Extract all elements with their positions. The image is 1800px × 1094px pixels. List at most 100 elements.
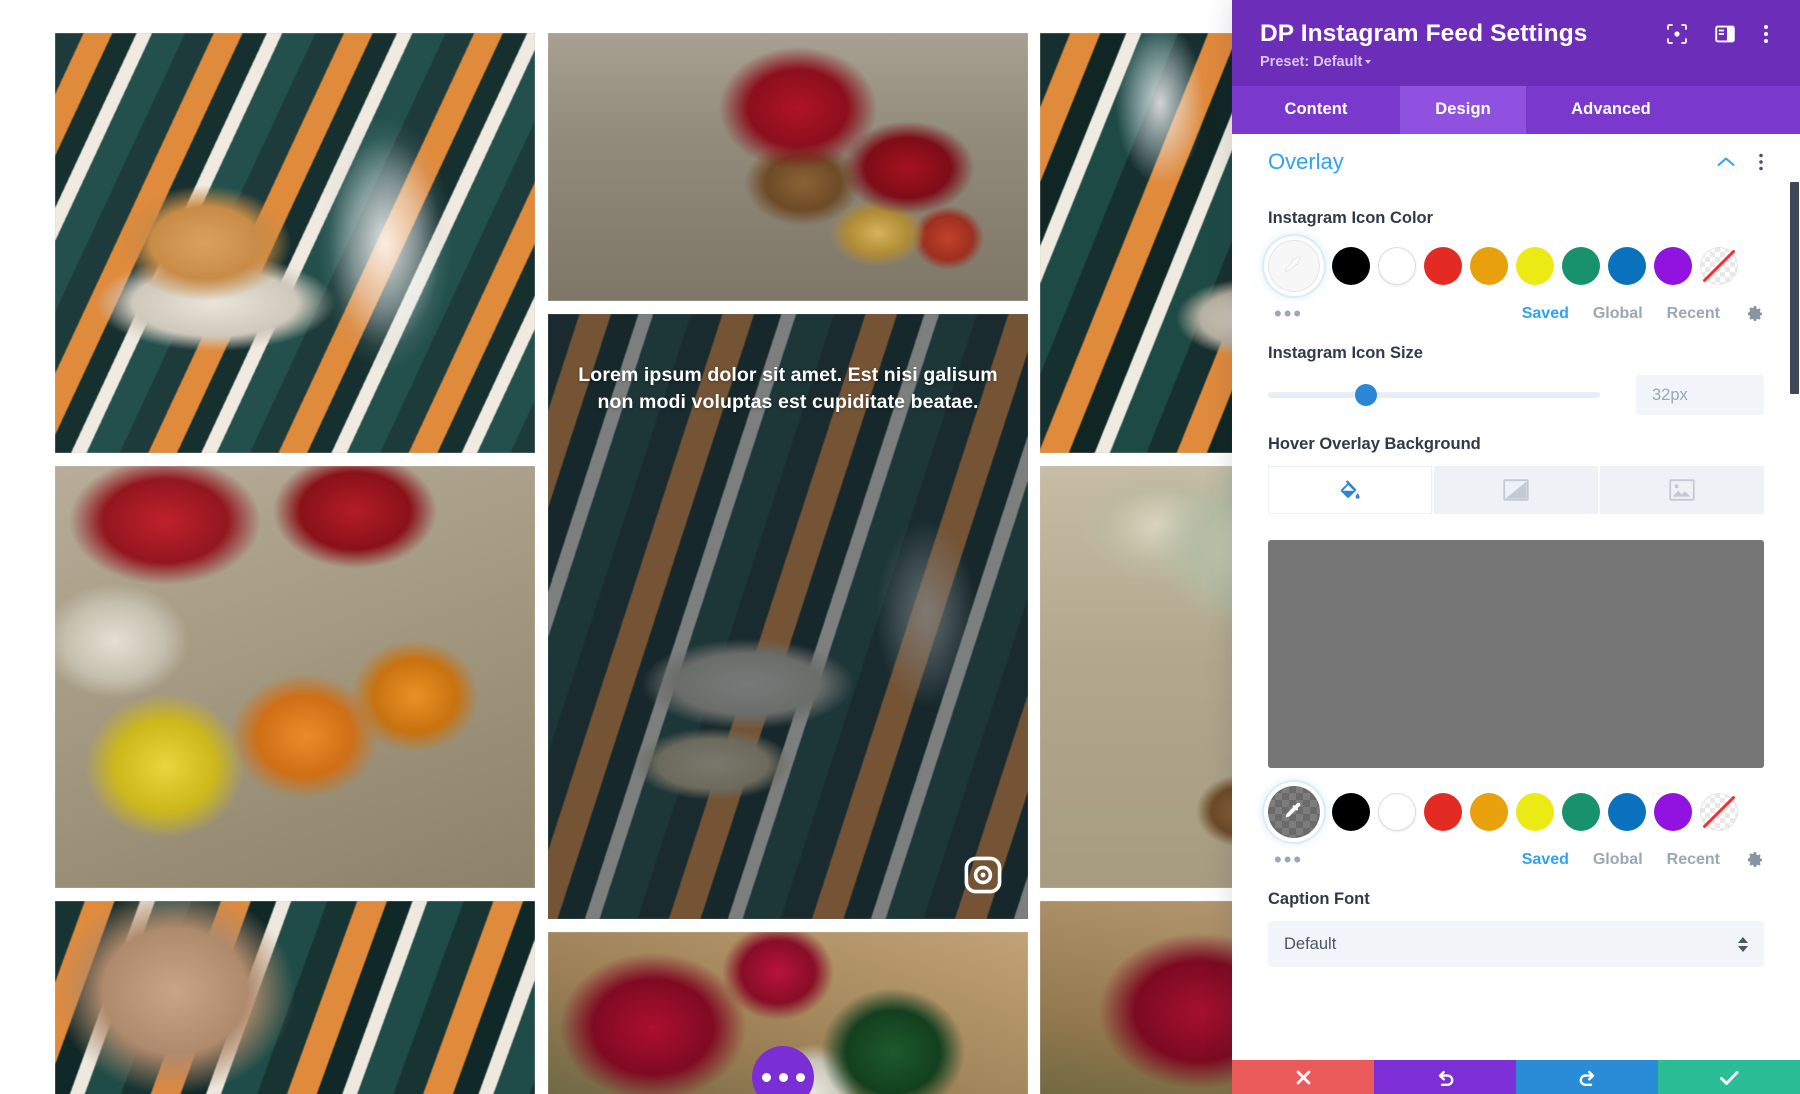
- settings-panel: DP Instagram Feed Settings Preset: Defau…: [1232, 0, 1800, 1094]
- x-icon: [1296, 1070, 1310, 1084]
- palette-link-saved[interactable]: Saved: [1522, 305, 1569, 323]
- bg-type-image-button[interactable]: [1600, 466, 1764, 514]
- color-swatch-orange[interactable]: [1470, 247, 1508, 285]
- save-button[interactable]: [1658, 1060, 1800, 1094]
- chevron-down-icon: [1365, 60, 1372, 64]
- panel-action-bar: [1232, 1060, 1800, 1094]
- instagram-icon-size-label: Instagram Icon Size: [1268, 344, 1423, 362]
- color-swatch-yellow[interactable]: [1516, 247, 1554, 285]
- feed-tile[interactable]: [1040, 901, 1232, 1094]
- color-swatch-green[interactable]: [1562, 793, 1600, 831]
- hover-overlay-color-preview[interactable]: [1268, 540, 1764, 768]
- color-swatch-red[interactable]: [1424, 247, 1462, 285]
- feed-tile[interactable]: Lorem ipsum dolor sit amet. Est nisi gal…: [548, 314, 1028, 919]
- slider-thumb[interactable]: [1354, 384, 1377, 406]
- palette-source-links: Saved Global Recent: [1522, 304, 1764, 324]
- tile-flower-basket: [548, 33, 1028, 301]
- color-swatch-purple[interactable]: [1654, 247, 1692, 285]
- chevron-up-icon[interactable]: [1716, 155, 1736, 169]
- palette-link-global[interactable]: Global: [1593, 305, 1643, 323]
- feed-tile[interactable]: [548, 33, 1028, 301]
- vertical-dots-icon[interactable]: [1758, 152, 1764, 172]
- three-dots-icon: [795, 1072, 805, 1082]
- bg-type-color-button[interactable]: [1268, 466, 1432, 514]
- check-icon: [1719, 1070, 1738, 1085]
- caption-font-label: Caption Font: [1268, 890, 1370, 908]
- gear-icon[interactable]: [1744, 304, 1764, 324]
- tile-table-setting: [1040, 33, 1232, 453]
- layout-panel-icon[interactable]: [1714, 23, 1736, 45]
- gradient-icon: [1503, 479, 1529, 501]
- paint-bucket-icon: [1340, 480, 1360, 499]
- tab-advanced[interactable]: Advanced: [1526, 86, 1696, 134]
- panel-topbar-icons: [1666, 22, 1772, 46]
- feed-tile[interactable]: [55, 33, 535, 453]
- feed-column-1: [55, 33, 535, 1094]
- instagram-icon-size-control: 32px: [1268, 375, 1764, 415]
- palette-source-links: Saved Global Recent: [1522, 850, 1764, 870]
- preset-selector[interactable]: Preset: Default: [1260, 54, 1772, 70]
- vertical-dots-icon[interactable]: [1762, 22, 1770, 46]
- feed-column-2: Lorem ipsum dolor sit amet. Est nisi gal…: [548, 33, 1028, 1094]
- overlay-section-header: Overlay: [1268, 134, 1764, 189]
- three-dots-icon: [778, 1072, 788, 1082]
- palette-link-recent[interactable]: Recent: [1667, 851, 1720, 869]
- caption-font-select[interactable]: Default: [1268, 921, 1764, 967]
- bg-type-gradient-button[interactable]: [1434, 466, 1598, 514]
- instagram-icon-color-palette: [1268, 240, 1764, 292]
- image-icon: [1669, 479, 1695, 501]
- palette-link-global[interactable]: Global: [1593, 851, 1643, 869]
- color-swatch-red[interactable]: [1424, 793, 1462, 831]
- panel-body: Overlay Instagram Icon Color ••• Saved G…: [1232, 134, 1800, 1094]
- color-swatch-transparent[interactable]: [1700, 247, 1738, 285]
- section-header-icons: [1716, 152, 1764, 172]
- tab-design[interactable]: Design: [1400, 86, 1526, 134]
- panel-scrollbar[interactable]: [1788, 134, 1800, 1094]
- gear-icon[interactable]: [1744, 850, 1764, 870]
- feed-tile[interactable]: [1040, 466, 1232, 888]
- tile-sweater-blanket: [55, 901, 535, 1094]
- color-swatch-blue[interactable]: [1608, 247, 1646, 285]
- more-colors-button[interactable]: •••: [1268, 303, 1303, 325]
- redo-button[interactable]: [1516, 1060, 1658, 1094]
- more-colors-button[interactable]: •••: [1268, 849, 1303, 871]
- color-swatch-purple[interactable]: [1654, 793, 1692, 831]
- color-picker-swatch[interactable]: [1268, 240, 1320, 292]
- tile-caption: Lorem ipsum dolor sit amet. Est nisi gal…: [578, 364, 998, 413]
- color-swatch-orange[interactable]: [1470, 793, 1508, 831]
- hover-overlay-color-meta: ••• Saved Global Recent: [1268, 849, 1764, 871]
- instagram-feed-grid: Lorem ipsum dolor sit amet. Est nisi gal…: [0, 0, 1232, 1094]
- chevron-down-icon: [1738, 945, 1748, 952]
- palette-link-recent[interactable]: Recent: [1667, 305, 1720, 323]
- three-dots-icon: [761, 1072, 771, 1082]
- icon-size-slider[interactable]: [1268, 384, 1600, 406]
- color-picker-swatch[interactable]: [1268, 786, 1320, 838]
- feed-tile[interactable]: [55, 901, 535, 1094]
- color-swatch-yellow[interactable]: [1516, 793, 1554, 831]
- color-swatch-white[interactable]: [1378, 793, 1416, 831]
- instagram-icon-color-label: Instagram Icon Color: [1268, 209, 1434, 227]
- tab-content[interactable]: Content: [1232, 86, 1400, 134]
- color-swatch-blue[interactable]: [1608, 793, 1646, 831]
- panel-title-row: DP Instagram Feed Settings: [1260, 20, 1772, 48]
- caption-font-value: Default: [1284, 934, 1337, 953]
- color-swatch-black[interactable]: [1332, 247, 1370, 285]
- color-swatch-transparent[interactable]: [1700, 793, 1738, 831]
- feed-tile[interactable]: [1040, 33, 1232, 453]
- tile-picnic-glass: [55, 33, 535, 453]
- tile-apples-persimmon: [55, 466, 535, 888]
- scrollbar-thumb[interactable]: [1790, 182, 1799, 394]
- color-swatch-white[interactable]: [1378, 247, 1416, 285]
- color-swatch-green[interactable]: [1562, 247, 1600, 285]
- palette-link-saved[interactable]: Saved: [1522, 851, 1569, 869]
- cancel-button[interactable]: [1232, 1060, 1374, 1094]
- undo-button[interactable]: [1374, 1060, 1516, 1094]
- fullscreen-icon[interactable]: [1666, 23, 1688, 45]
- color-swatch-black[interactable]: [1332, 793, 1370, 831]
- hover-overlay-background-label: Hover Overlay Background: [1268, 435, 1481, 453]
- background-type-group: [1268, 466, 1764, 514]
- feed-tile[interactable]: [55, 466, 535, 888]
- icon-size-input[interactable]: 32px: [1636, 375, 1764, 415]
- instagram-icon[interactable]: [964, 856, 1002, 894]
- eyedropper-icon: [1285, 256, 1301, 272]
